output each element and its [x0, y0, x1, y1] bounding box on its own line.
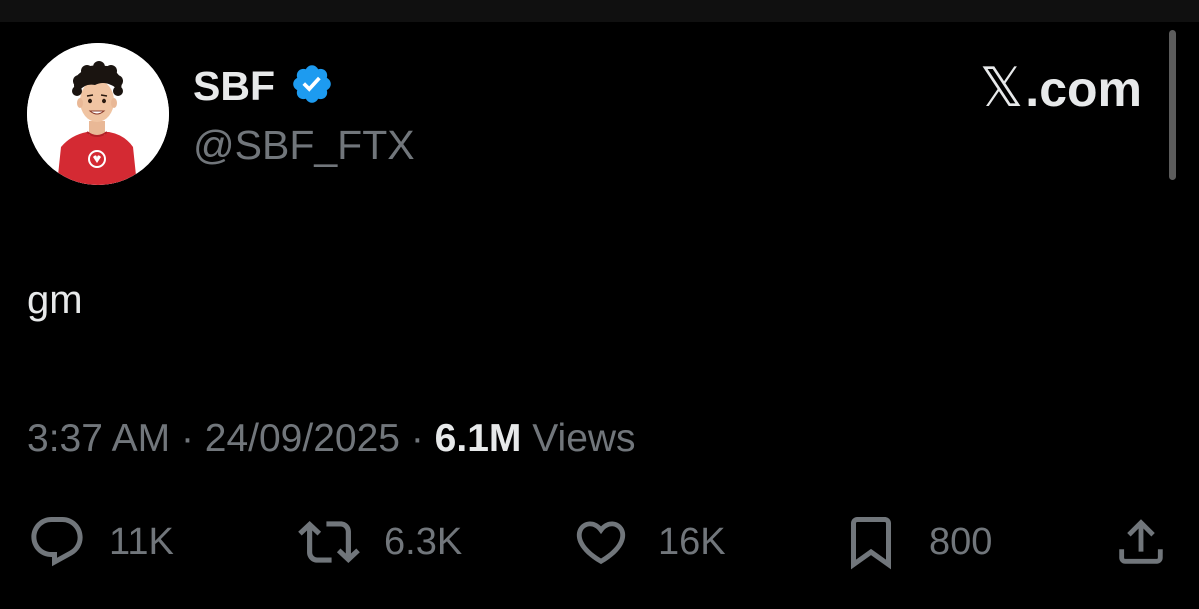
top-bar [0, 0, 1199, 22]
meta-separator: · [180, 417, 194, 460]
tweet-screenshot: SBF @SBF_FTX 𝕏.com gm 3:37 AM · 24/09/20… [0, 0, 1199, 609]
views-count: 6.1M [434, 417, 522, 460]
avatar-illustration-icon [27, 43, 169, 185]
heart-icon [576, 521, 626, 565]
user-handle[interactable]: @SBF_FTX [193, 121, 415, 169]
bookmark-button[interactable]: 800 [841, 512, 992, 572]
verified-badge-icon [293, 65, 331, 103]
meta-separator: · [410, 417, 424, 460]
reply-count: 11K [109, 521, 174, 563]
avatar[interactable] [27, 43, 169, 185]
tweet-meta: 3:37 AM · 24/09/2025 · 6.1M Views [27, 415, 636, 463]
retweet-count: 6.3K [384, 521, 463, 563]
reply-button[interactable]: 11K [27, 512, 174, 572]
brand-domain: .com [1025, 61, 1142, 117]
tweet-text: gm [27, 278, 83, 322]
reply-icon [31, 517, 83, 567]
share-button[interactable] [1112, 512, 1170, 572]
bookmark-count: 800 [929, 521, 993, 563]
x-logo-icon: 𝕏 [979, 56, 1024, 119]
display-name[interactable]: SBF [193, 62, 275, 110]
scrollbar[interactable] [1169, 30, 1176, 180]
like-count: 16K [658, 521, 726, 563]
like-button[interactable]: 16K [572, 512, 726, 572]
retweet-button[interactable]: 6.3K [298, 512, 462, 572]
brand-watermark: 𝕏.com [980, 60, 1142, 118]
share-icon [1119, 519, 1163, 564]
tweet-time[interactable]: 3:37 AM [27, 417, 170, 460]
retweet-icon [298, 521, 360, 563]
views-label: Views [532, 417, 636, 460]
tweet-date[interactable]: 24/09/2025 [205, 417, 400, 460]
bookmark-icon [851, 517, 891, 570]
